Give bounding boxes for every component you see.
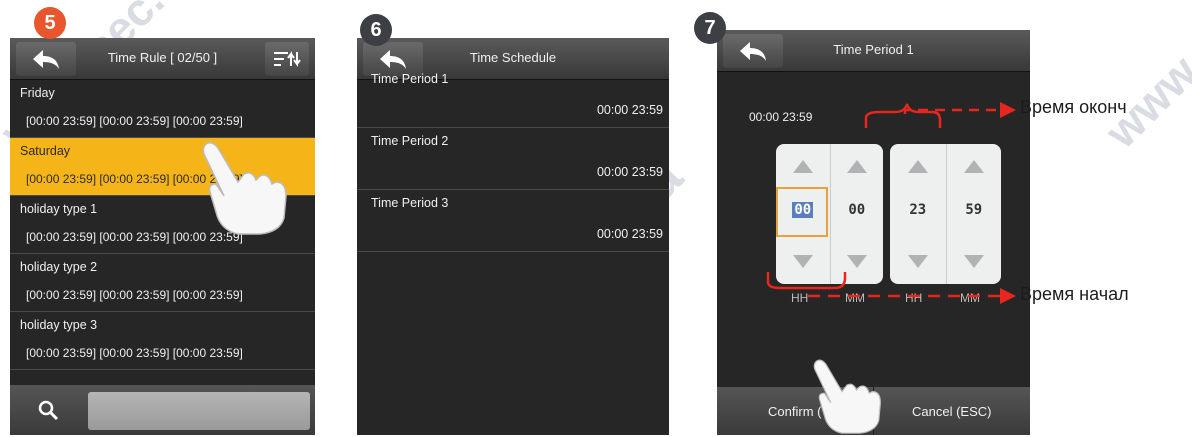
- annotation-overlay: [766, 102, 1016, 304]
- step-badge: 5: [34, 7, 66, 39]
- step-badge: 7: [694, 12, 726, 44]
- start-time-bracket: [766, 272, 847, 290]
- hand-pointer-icon: [813, 359, 882, 434]
- end-time-arrow: [903, 102, 1016, 118]
- end-time-bracket: [864, 103, 942, 128]
- start-time-annotation: Время начал: [1020, 284, 1129, 304]
- end-time-annotation: Время оконч: [1020, 97, 1127, 117]
- step-badge: 6: [360, 14, 392, 46]
- start-time-arrow: [808, 288, 1016, 304]
- hand-pointer-icon: [202, 141, 287, 235]
